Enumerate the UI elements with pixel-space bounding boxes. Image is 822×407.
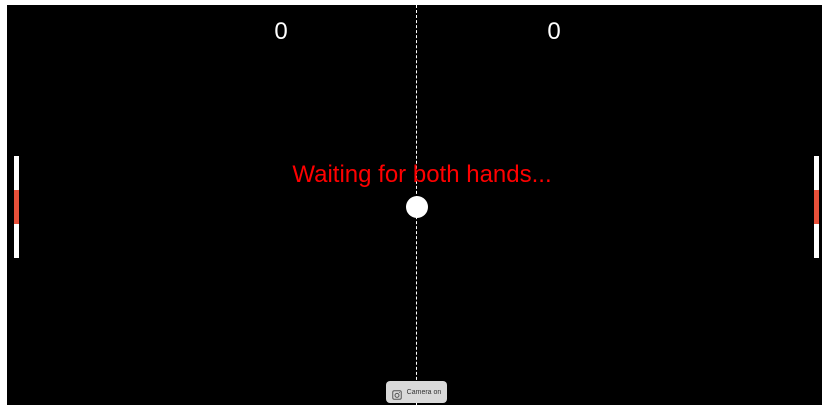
camera-icon (391, 387, 402, 400)
left-player-score: 0 (274, 18, 288, 45)
ball (406, 196, 428, 218)
app-frame: 0 0 Waiting for both hands... Camera on (0, 0, 822, 407)
camera-toggle-button[interactable]: Camera on (386, 381, 447, 403)
left-paddle-hand-marker (14, 190, 19, 224)
right-player-score: 0 (547, 18, 561, 45)
camera-toggle-label: Camera on (406, 388, 442, 396)
status-message: Waiting for both hands... (292, 161, 552, 188)
pong-game-canvas: 0 0 Waiting for both hands... Camera on (7, 5, 822, 405)
right-paddle-hand-marker (814, 190, 819, 224)
